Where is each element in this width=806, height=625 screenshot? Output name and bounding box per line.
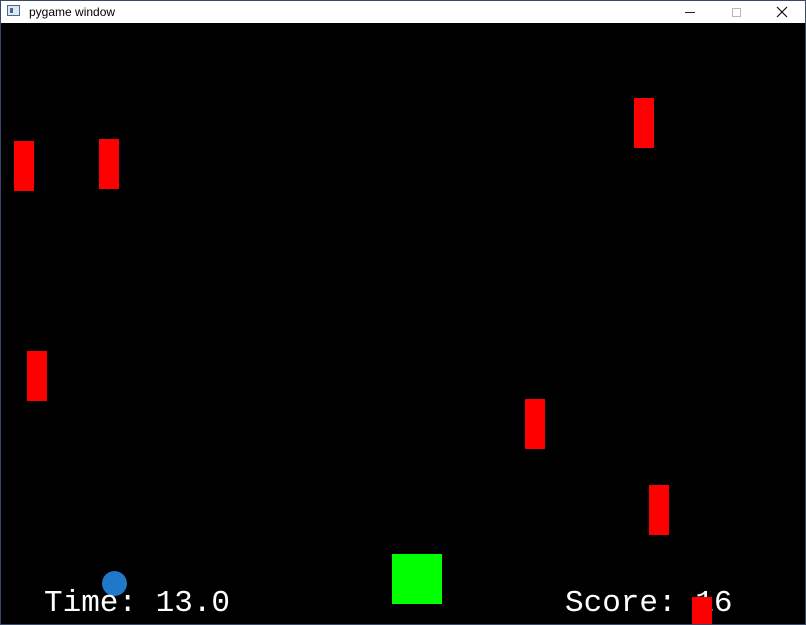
app-icon bbox=[7, 5, 20, 16]
maximize-button[interactable] bbox=[713, 1, 759, 23]
close-button[interactable] bbox=[759, 1, 805, 23]
close-icon bbox=[776, 6, 788, 18]
title-bar[interactable]: pygame window bbox=[1, 1, 805, 23]
game-canvas[interactable]: Time: 13.0 Score: 16 bbox=[4, 23, 805, 624]
player-square bbox=[392, 554, 442, 604]
time-display: Time: 13.0 bbox=[44, 586, 231, 621]
maximize-icon bbox=[731, 7, 741, 17]
red-obstacle bbox=[649, 485, 669, 535]
minimize-icon bbox=[685, 11, 695, 13]
red-obstacle bbox=[99, 139, 119, 189]
red-obstacle bbox=[14, 141, 34, 191]
pygame-window: pygame window Time: 13.0 Score: 16 bbox=[0, 0, 806, 625]
red-obstacle bbox=[525, 399, 545, 449]
window-title: pygame window bbox=[29, 5, 116, 19]
red-obstacle bbox=[692, 597, 712, 624]
red-obstacle bbox=[634, 98, 654, 148]
red-obstacle bbox=[27, 351, 47, 401]
minimize-button[interactable] bbox=[667, 1, 713, 23]
